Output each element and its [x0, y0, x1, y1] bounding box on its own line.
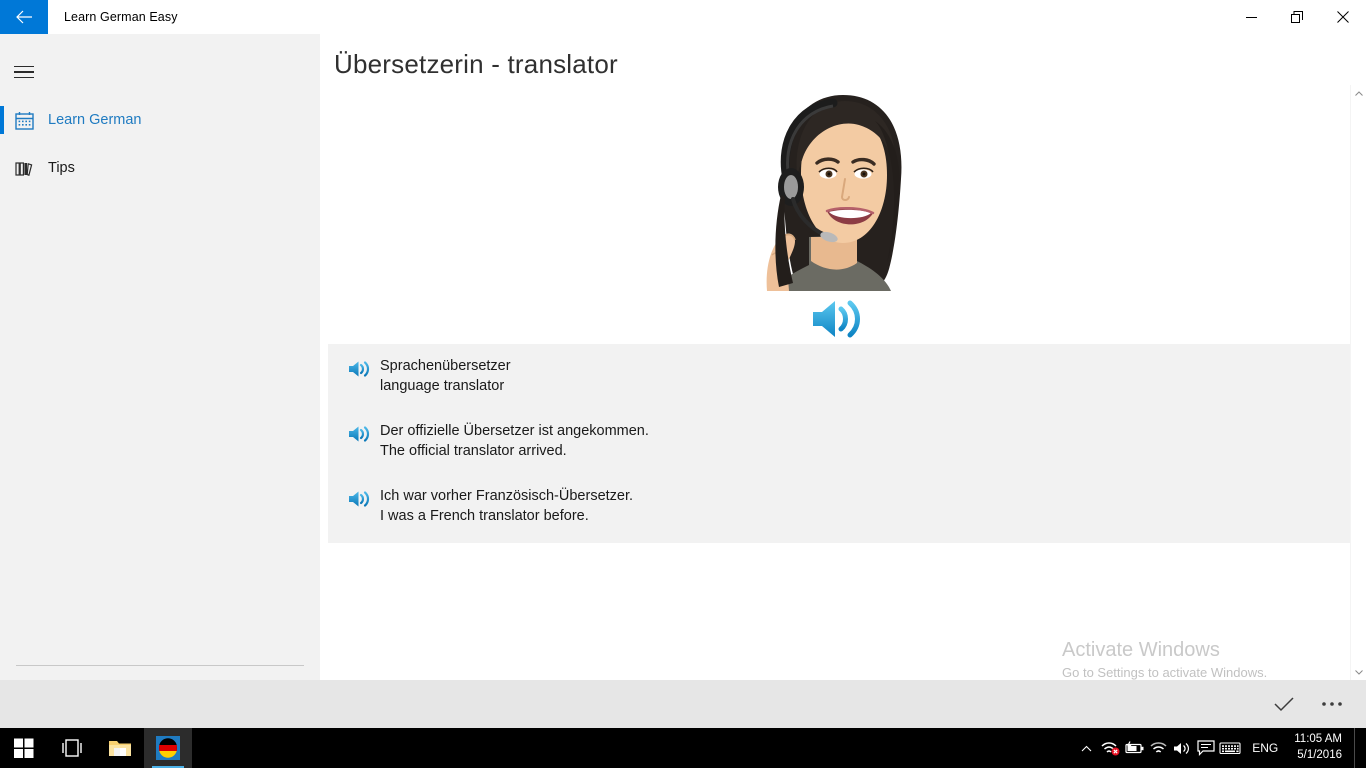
checkmark-icon: [1274, 697, 1294, 712]
network-error-icon: [1101, 742, 1120, 756]
minimize-icon: [1245, 16, 1257, 18]
show-hidden-icons-button[interactable]: [1074, 728, 1098, 768]
title-bar: Learn German Easy: [0, 0, 1366, 34]
list-item[interactable]: Sprachenübersetzer language translator: [328, 344, 1350, 409]
sidebar-item-label: Learn German: [48, 112, 142, 128]
page-title: Übersetzerin - translator: [334, 49, 618, 79]
close-button[interactable]: [1320, 0, 1366, 34]
books-icon: [0, 160, 48, 177]
volume-icon: [1174, 742, 1190, 754]
volume-icon-button[interactable]: [1170, 728, 1194, 768]
phrase-text: Sprachenübersetzer language translator: [380, 357, 511, 396]
selection-indicator: [0, 106, 4, 134]
phrase-english: The official translator arrived.: [380, 442, 567, 459]
play-phrase-button[interactable]: [338, 422, 380, 443]
file-explorer-button[interactable]: [96, 728, 144, 768]
vertical-scrollbar[interactable]: [1350, 85, 1366, 680]
phrase-english: I was a French translator before.: [380, 507, 589, 524]
sidebar-item-learn-german[interactable]: Learn German: [0, 100, 320, 140]
action-center-button[interactable]: [1194, 728, 1218, 768]
learn-german-easy-taskbar-button[interactable]: [144, 728, 192, 768]
hero-section: [328, 87, 1350, 344]
calendar-grid-icon: [0, 111, 48, 130]
back-button[interactable]: [0, 0, 48, 34]
wifi-icon: [1150, 742, 1167, 753]
list-item[interactable]: Ich war vorher Französisch-Übersetzer. I…: [328, 474, 1350, 539]
network-problem-icon[interactable]: [1098, 728, 1122, 768]
clock[interactable]: 11:05 AM 5/1/2016: [1288, 728, 1354, 768]
play-audio-button[interactable]: [810, 297, 868, 346]
speaker-icon: [348, 361, 369, 377]
touch-keyboard-button[interactable]: [1218, 728, 1242, 768]
speaker-icon: [813, 300, 860, 338]
speaker-icon: [348, 426, 369, 442]
close-icon: [1337, 11, 1349, 23]
german-flag-app-icon: [156, 736, 180, 760]
navigation-sidebar: Learn German Tips: [0, 34, 320, 680]
system-tray: ENG 11:05 AM 5/1/2016: [1074, 728, 1366, 768]
hamburger-menu-button[interactable]: [0, 48, 48, 96]
windows-start-icon: [14, 738, 34, 758]
ellipsis-icon: [1322, 702, 1342, 706]
action-center-icon: [1197, 740, 1215, 756]
accept-button[interactable]: [1260, 684, 1308, 724]
play-phrase-button[interactable]: [338, 357, 380, 378]
restore-icon: [1291, 11, 1303, 23]
minimize-button[interactable]: [1228, 0, 1274, 34]
watermark-title: Activate Windows: [1062, 639, 1220, 661]
scrollbar-thumb[interactable]: [1354, 105, 1364, 405]
sidebar-divider: [16, 665, 304, 666]
phrase-list: Sprachenübersetzer language translator D…: [328, 344, 1350, 543]
windows-taskbar: ENG 11:05 AM 5/1/2016: [0, 728, 1366, 768]
hamburger-icon: [14, 62, 34, 83]
language-indicator[interactable]: ENG: [1242, 728, 1288, 768]
phrase-german: Ich war vorher Französisch-Übersetzer.: [380, 488, 634, 505]
battery-status-icon[interactable]: [1122, 728, 1146, 768]
task-view-icon: [62, 739, 82, 757]
bottom-app-bar: [0, 680, 1366, 728]
chevron-down-icon[interactable]: [1351, 664, 1366, 680]
sidebar-item-tips[interactable]: Tips: [0, 148, 320, 188]
file-explorer-icon: [109, 741, 131, 756]
phrase-text: Ich war vorher Französisch-Übersetzer. I…: [380, 487, 633, 526]
clock-date: 5/1/2016: [1297, 749, 1342, 761]
keyboard-icon: [1219, 742, 1241, 755]
sidebar-item-label: Tips: [48, 160, 75, 176]
speaker-icon: [348, 491, 369, 507]
phrase-english: language translator: [380, 377, 505, 394]
more-options-button[interactable]: [1308, 684, 1356, 724]
show-desktop-button[interactable]: [1354, 728, 1362, 768]
task-view-button[interactable]: [48, 728, 96, 768]
back-arrow-icon: [15, 10, 33, 24]
phrase-german: Sprachenübersetzer: [380, 358, 511, 374]
activate-windows-watermark: Activate Windows Go to Settings to activ…: [1062, 639, 1362, 680]
maximize-button[interactable]: [1274, 0, 1320, 34]
chevron-up-icon: [1081, 745, 1092, 751]
chevron-up-icon[interactable]: [1351, 85, 1366, 101]
phrase-text: Der offizielle Übersetzer ist angekommen…: [380, 422, 649, 461]
watermark-subtitle: Go to Settings to activate Windows.: [1062, 665, 1268, 680]
battery-icon: [1125, 741, 1144, 754]
lesson-image: [739, 87, 939, 291]
start-button[interactable]: [0, 728, 48, 768]
play-phrase-button[interactable]: [338, 487, 380, 508]
main-content: Übersetzerin - translator Sprachenüberse…: [320, 34, 1366, 680]
app-title: Learn German Easy: [64, 10, 178, 24]
list-item[interactable]: Der offizielle Übersetzer ist angekommen…: [328, 409, 1350, 474]
wireless-network-icon[interactable]: [1146, 728, 1170, 768]
clock-time: 11:05 AM: [1294, 733, 1342, 746]
phrase-german: Der offizielle Übersetzer ist angekommen…: [380, 423, 649, 440]
